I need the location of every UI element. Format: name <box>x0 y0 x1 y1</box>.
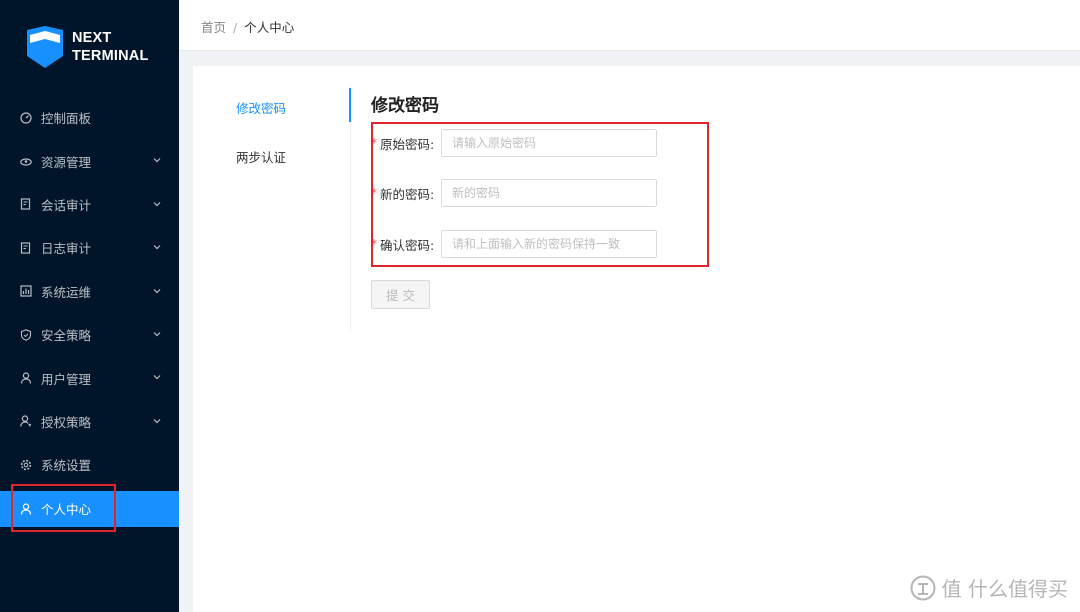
chevron-down-icon <box>153 288 161 293</box>
sidebar-item-settings[interactable]: 系统设置 <box>0 443 179 486</box>
chevron-down-icon <box>153 158 161 163</box>
submit-button[interactable]: 提交 <box>371 280 430 309</box>
watermark-logo-icon <box>910 575 936 600</box>
sidebar-item-label: 用户管理 <box>41 371 92 387</box>
sidebar-item-label: 个人中心 <box>41 502 92 518</box>
sidebar-item-dashboard[interactable]: 控制面板 <box>0 96 179 139</box>
breadcrumb-home[interactable]: 首页 <box>201 20 226 35</box>
required-mark: * <box>371 136 377 150</box>
sidebar-item-label: 安全策略 <box>41 328 92 344</box>
old-password-label: 原始密码: <box>380 136 435 152</box>
settings-tabs: 修改密码 两步认证 <box>193 86 351 331</box>
form-row-confirm-password: * 确认密码: <box>371 230 657 258</box>
audit-doc-icon <box>20 198 31 211</box>
new-password-label: 新的密码: <box>380 186 435 202</box>
sidebar-menu: 控制面板 资源管理 会话审计 日志审计 系统运维 安全策略 用户管理 授权策略 … <box>0 96 179 527</box>
ops-chart-icon <box>20 285 32 297</box>
brand-logo[interactable]: NEXT TERMINAL <box>27 26 149 68</box>
confirm-password-input[interactable] <box>441 230 657 258</box>
breadcrumb-current: 个人中心 <box>244 20 295 35</box>
required-mark: * <box>371 237 377 251</box>
user-key-icon <box>20 415 31 427</box>
content-card: 修改密码 两步认证 修改密码 * 原始密码: * 新的密码: * 确认密码: 提… <box>193 66 1080 612</box>
chevron-down-icon <box>153 332 161 337</box>
sidebar-item-users[interactable]: 用户管理 <box>0 356 179 399</box>
shield-icon <box>20 328 32 341</box>
chevron-down-icon <box>153 375 161 380</box>
sidebar-item-session-audit[interactable]: 会话审计 <box>0 183 179 226</box>
cloud-server-icon <box>20 158 32 166</box>
watermark-text: 值 什么值得买 <box>941 577 1068 601</box>
watermark: 值 什么值得买 <box>910 573 1068 602</box>
form-row-old-password: * 原始密码: <box>371 129 657 157</box>
sidebar-item-label: 会话审计 <box>41 197 92 213</box>
logo-icon <box>27 26 63 68</box>
new-password-input[interactable] <box>441 179 657 207</box>
sidebar-item-system-ops[interactable]: 系统运维 <box>0 270 179 313</box>
form-title: 修改密码 <box>371 96 439 116</box>
breadcrumb-separator: / <box>233 20 238 35</box>
log-doc-icon <box>20 242 31 254</box>
tab-change-password[interactable]: 修改密码 <box>236 98 286 117</box>
sidebar-item-authorization[interactable]: 授权策略 <box>0 400 179 443</box>
sidebar-item-label: 控制面板 <box>41 111 92 127</box>
sidebar-item-label: 资源管理 <box>41 154 92 170</box>
sidebar-item-log-audit[interactable]: 日志审计 <box>0 226 179 269</box>
brand-line1: NEXT <box>72 30 112 46</box>
sidebar-item-security[interactable]: 安全策略 <box>0 313 179 356</box>
old-password-input[interactable] <box>441 129 657 157</box>
brand-line2: TERMINAL <box>72 48 149 64</box>
sidebar: NEXT TERMINAL 控制面板 资源管理 会话审计 日志审计 系统运维 安… <box>0 0 179 612</box>
chevron-down-icon <box>153 201 161 207</box>
tab-two-factor[interactable]: 两步认证 <box>236 147 286 166</box>
sidebar-item-label: 授权策略 <box>41 414 92 430</box>
chevron-down-icon <box>153 418 161 424</box>
header: 首页 / 个人中心 <box>179 0 1080 51</box>
sidebar-item-label: 系统设置 <box>41 458 92 474</box>
dashboard-icon <box>20 112 32 124</box>
sidebar-item-profile[interactable]: 个人中心 <box>0 490 179 527</box>
confirm-password-label: 确认密码: <box>380 237 435 253</box>
sidebar-item-label: 系统运维 <box>41 284 92 300</box>
gear-icon <box>20 459 32 471</box>
active-tab-indicator <box>349 88 351 122</box>
form-row-new-password: * 新的密码: <box>371 179 657 207</box>
chevron-down-icon <box>153 245 161 250</box>
required-mark: * <box>371 186 377 200</box>
user-icon <box>20 372 32 384</box>
sidebar-item-label: 日志审计 <box>41 241 92 257</box>
user-icon <box>20 502 32 515</box>
sidebar-item-resources[interactable]: 资源管理 <box>0 139 179 182</box>
breadcrumb: 首页 / 个人中心 <box>201 17 294 36</box>
brand-name: NEXT TERMINAL <box>72 29 149 65</box>
